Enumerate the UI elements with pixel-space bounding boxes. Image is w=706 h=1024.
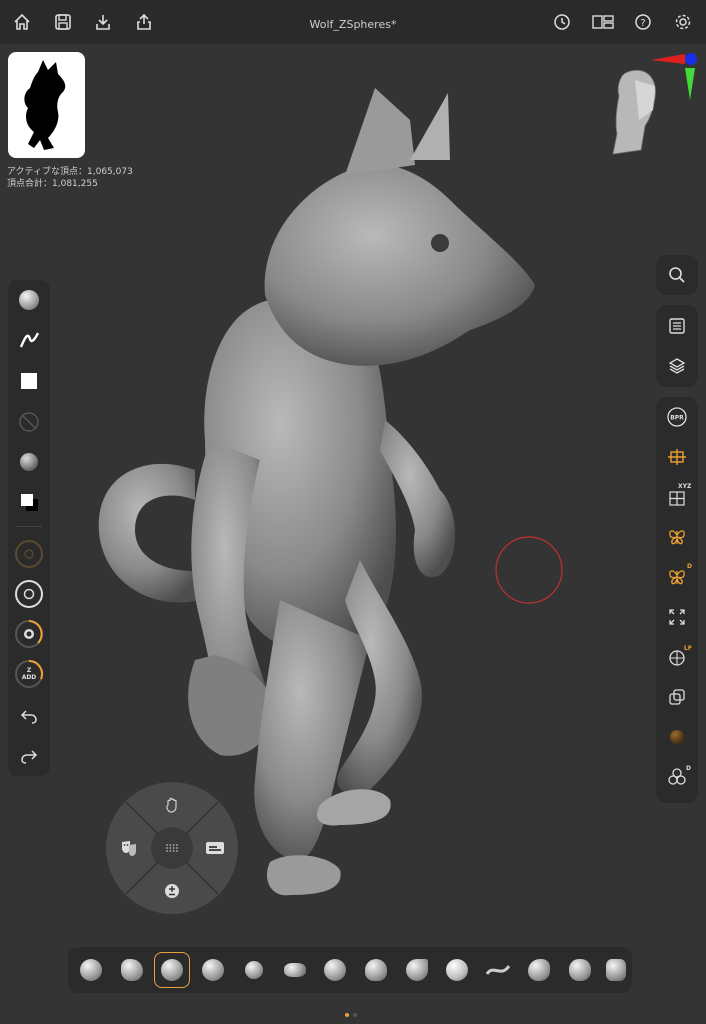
right-display-panel: BPR XYZ D LF D: [656, 397, 698, 803]
brush-palette: [68, 947, 632, 993]
brush-snakehook-icon[interactable]: [320, 955, 350, 985]
brush-preview-icon[interactable]: [13, 284, 45, 316]
page-dot-active[interactable]: [345, 1013, 349, 1017]
brush-clay-icon[interactable]: [76, 955, 106, 985]
brush-standard-selected-icon[interactable]: [154, 952, 190, 988]
brush-move-icon[interactable]: [198, 955, 228, 985]
material-sphere-icon[interactable]: [661, 721, 693, 753]
brush-trim-icon[interactable]: [524, 955, 554, 985]
grid-dots-icon[interactable]: [151, 827, 193, 869]
history-icon[interactable]: [548, 8, 576, 36]
point-count-stats: アクティブな頂点：1,065,073 頂点合計：1,081,255: [7, 166, 133, 190]
gesture-wheel[interactable]: [106, 782, 238, 914]
layout-icon[interactable]: [589, 8, 617, 36]
bpr-label: BPR: [670, 415, 684, 422]
zadd-dial[interactable]: Z ADD: [13, 658, 45, 690]
brush-page-indicator: [343, 1002, 359, 1021]
symmetry-icon[interactable]: [661, 521, 693, 553]
texture-off-icon[interactable]: [13, 406, 45, 438]
stroke-icon[interactable]: [13, 324, 45, 356]
material-icon[interactable]: [13, 446, 45, 478]
lf-label: LF: [684, 645, 692, 652]
brush-polish-icon[interactable]: [565, 955, 595, 985]
undo-icon[interactable]: [13, 700, 45, 732]
brush-flatten-icon[interactable]: [402, 955, 432, 985]
transparency-icon[interactable]: [661, 681, 693, 713]
focal-shift-dial[interactable]: [13, 578, 45, 610]
menu-list-icon[interactable]: [661, 310, 693, 342]
redo-icon[interactable]: [13, 740, 45, 772]
brush-claytubes-icon[interactable]: [117, 955, 147, 985]
left-tool-panel: Z ADD: [8, 280, 50, 776]
navigation-gizmo[interactable]: [605, 50, 701, 160]
right-search-panel: [656, 255, 698, 295]
theater-icon[interactable]: [116, 835, 142, 861]
svg-text:?: ?: [640, 18, 645, 29]
bpr-icon[interactable]: BPR: [661, 401, 693, 433]
alpha-icon[interactable]: [13, 365, 45, 397]
panel-divider: [16, 526, 42, 527]
search-icon[interactable]: [661, 259, 693, 291]
xyz-label: XYZ: [678, 483, 692, 490]
zadd-line1: Z: [27, 667, 32, 674]
active-points-text: アクティブな頂点：1,065,073: [7, 167, 133, 177]
intensity-dial[interactable]: [13, 618, 45, 650]
floor-grid-icon[interactable]: [661, 441, 693, 473]
plus-minus-icon[interactable]: [159, 878, 185, 904]
zadd-line2: ADD: [22, 674, 37, 681]
spheres-d-label: D: [686, 765, 691, 772]
brush-damstandard-icon[interactable]: [280, 955, 310, 985]
smooth-mask-icon[interactable]: [202, 835, 228, 861]
brush-more-icon[interactable]: [606, 955, 626, 985]
top-toolbar: Wolf_ZSpheres* ?: [0, 0, 706, 44]
fit-icon[interactable]: [661, 601, 693, 633]
model-thumbnail[interactable]: [8, 52, 85, 158]
right-menu-panel: [656, 305, 698, 387]
brush-inflate-icon[interactable]: [239, 955, 269, 985]
brush-pinch-icon[interactable]: [361, 955, 391, 985]
brush-curve-icon[interactable]: [483, 955, 513, 985]
brush-smooth-icon[interactable]: [442, 955, 472, 985]
settings-icon[interactable]: [669, 8, 697, 36]
help-icon[interactable]: ?: [629, 8, 657, 36]
total-points-text: 頂点合計：1,081,255: [7, 179, 98, 189]
color-swatch-icon[interactable]: [13, 486, 45, 518]
layers-icon[interactable]: [661, 350, 693, 382]
draw-size-dial[interactable]: [13, 538, 45, 570]
symmetry-d-label: D: [687, 563, 692, 570]
move-hand-icon[interactable]: [159, 792, 185, 818]
page-dot[interactable]: [353, 1013, 357, 1017]
